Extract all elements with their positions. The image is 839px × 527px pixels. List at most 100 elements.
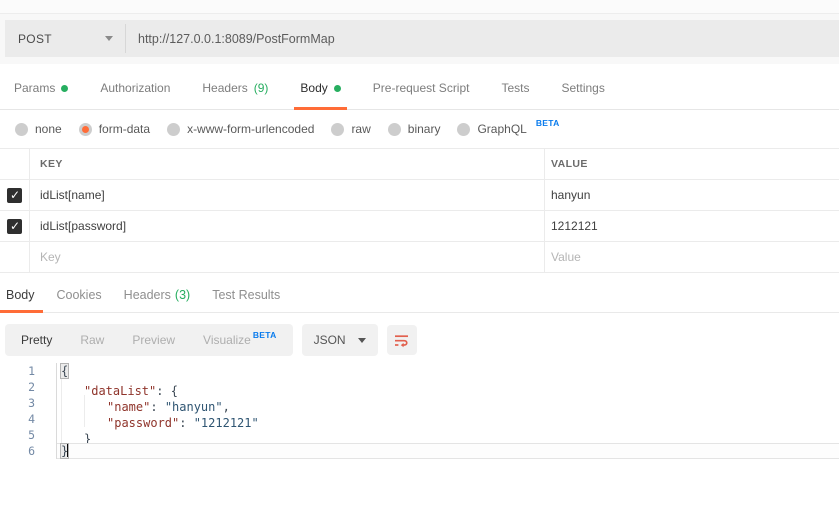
- tab-tests[interactable]: Tests: [495, 81, 535, 109]
- green-dot-icon: [333, 84, 341, 92]
- key-cell[interactable]: idList[password]: [30, 211, 545, 241]
- bracket-token: {: [59, 363, 70, 379]
- line-number: 2: [0, 379, 57, 395]
- radio-raw[interactable]: raw: [331, 122, 371, 136]
- key-cell-placeholder[interactable]: Key: [30, 242, 545, 272]
- chevron-down-icon: [105, 36, 113, 41]
- radio-graphql[interactable]: GraphQL BETA: [457, 118, 559, 136]
- wrap-text-button[interactable]: [386, 325, 417, 355]
- line-number: 4: [0, 411, 57, 427]
- radio-icon: [331, 122, 345, 136]
- tab-label: Test Results: [212, 288, 281, 302]
- code-text: "dataList": {: [57, 379, 839, 398]
- text-cursor: [67, 444, 70, 457]
- beta-badge: BETA: [535, 118, 560, 128]
- table-row: idList[name] hanyun: [0, 180, 839, 211]
- value-cell[interactable]: 1212121: [545, 211, 839, 241]
- tab-label: Body: [300, 81, 328, 95]
- tab-label: Headers: [123, 288, 171, 302]
- tab-label: Body: [6, 288, 35, 302]
- window-top-strip: [0, 0, 839, 14]
- key-cell[interactable]: idList[name]: [30, 180, 545, 210]
- radio-icon: [167, 122, 181, 136]
- response-tabs: Body Cookies Headers (3) Test Results: [0, 282, 839, 313]
- line-number: 1: [0, 363, 57, 379]
- tab-label: Authorization: [100, 81, 171, 95]
- response-tab-cookies[interactable]: Cookies: [55, 288, 104, 312]
- view-raw[interactable]: Raw: [80, 333, 104, 347]
- method-select[interactable]: POST: [5, 20, 125, 57]
- code-text: }: [57, 427, 839, 446]
- tab-label: Cookies: [56, 288, 102, 302]
- radio-icon: [15, 122, 28, 136]
- code-line: 5 }: [0, 427, 839, 446]
- tab-params[interactable]: Params: [8, 81, 74, 109]
- table-row: idList[password] 1212121: [0, 211, 839, 242]
- tab-label: Params: [14, 81, 56, 95]
- table-header-row: KEY VALUE: [0, 149, 839, 180]
- row-select-cell: [0, 242, 30, 272]
- language-select[interactable]: JSON: [301, 324, 378, 356]
- view-label: Visualize: [203, 333, 251, 347]
- indent-guide: [84, 395, 107, 411]
- view-visualize[interactable]: Visualize BETA: [203, 330, 277, 347]
- indent-guide: [61, 379, 84, 395]
- code-line: 3 "name": "hanyun",: [0, 395, 839, 414]
- line-number: 3: [0, 395, 57, 411]
- radio-x-www-form-urlencoded[interactable]: x-www-form-urlencoded: [167, 122, 314, 136]
- code-text: {: [57, 363, 839, 379]
- code-line: 1 {: [0, 363, 839, 379]
- line-number: 6: [0, 443, 57, 459]
- method-label: POST: [18, 31, 52, 46]
- language-label: JSON: [313, 333, 346, 347]
- tab-pre-request-script[interactable]: Pre-request Script: [367, 81, 476, 109]
- radio-form-data[interactable]: form-data: [78, 122, 151, 136]
- indent-guide: [61, 411, 84, 427]
- radio-label: binary: [407, 122, 441, 136]
- radio-icon: [457, 122, 471, 136]
- indent-guide: [84, 411, 107, 427]
- tab-label: Settings: [561, 81, 605, 95]
- view-pretty[interactable]: Pretty: [21, 333, 52, 347]
- code-line: 2 "dataList": {: [0, 379, 839, 398]
- form-data-table: KEY VALUE idList[name] hanyun idList[pas…: [0, 148, 839, 273]
- value-cell-placeholder[interactable]: Value: [545, 242, 839, 272]
- beta-badge: BETA: [252, 330, 277, 340]
- value-column-header: VALUE: [551, 158, 588, 170]
- radio-label: raw: [351, 122, 371, 136]
- tab-body[interactable]: Body: [294, 81, 348, 110]
- url-input[interactable]: http://127.0.0.1:8089/PostFormMap: [126, 20, 839, 57]
- headers-count: (3): [174, 288, 191, 302]
- row-select-cell: [0, 180, 30, 210]
- indent-guide: [61, 427, 84, 443]
- indent-guide: [61, 395, 84, 411]
- code-text: "password": "1212121": [57, 411, 839, 430]
- tab-headers[interactable]: Headers (9): [196, 81, 274, 109]
- response-body-editor[interactable]: 1 { 2 "dataList": { 3 "name": "hanyun", …: [0, 363, 839, 459]
- radio-binary[interactable]: binary: [387, 122, 441, 136]
- radio-none[interactable]: none: [15, 122, 62, 136]
- view-mode-group: Pretty Raw Preview Visualize BETA: [5, 324, 293, 356]
- select-column-header: [0, 149, 30, 179]
- radio-icon: [78, 122, 92, 136]
- code-text: "name": "hanyun",: [57, 395, 839, 414]
- value-cell[interactable]: hanyun: [545, 180, 839, 210]
- table-row-empty: Key Value: [0, 242, 839, 273]
- radio-icon: [387, 122, 401, 136]
- response-tab-body[interactable]: Body: [0, 288, 42, 313]
- tab-label: Headers: [202, 81, 248, 95]
- row-checkbox[interactable]: [7, 218, 22, 234]
- response-tab-headers[interactable]: Headers (3): [122, 288, 193, 312]
- response-tab-test-results[interactable]: Test Results: [210, 288, 282, 312]
- tab-settings[interactable]: Settings: [556, 81, 611, 109]
- radio-label: GraphQL: [477, 122, 527, 136]
- radio-label: x-www-form-urlencoded: [187, 122, 315, 136]
- radio-label: form-data: [98, 122, 151, 136]
- view-preview[interactable]: Preview: [132, 333, 175, 347]
- wrap-text-icon: [395, 334, 409, 347]
- row-checkbox[interactable]: [7, 187, 22, 203]
- tab-label: Tests: [501, 81, 530, 95]
- headers-count: (9): [253, 81, 269, 95]
- tab-authorization[interactable]: Authorization: [94, 81, 176, 109]
